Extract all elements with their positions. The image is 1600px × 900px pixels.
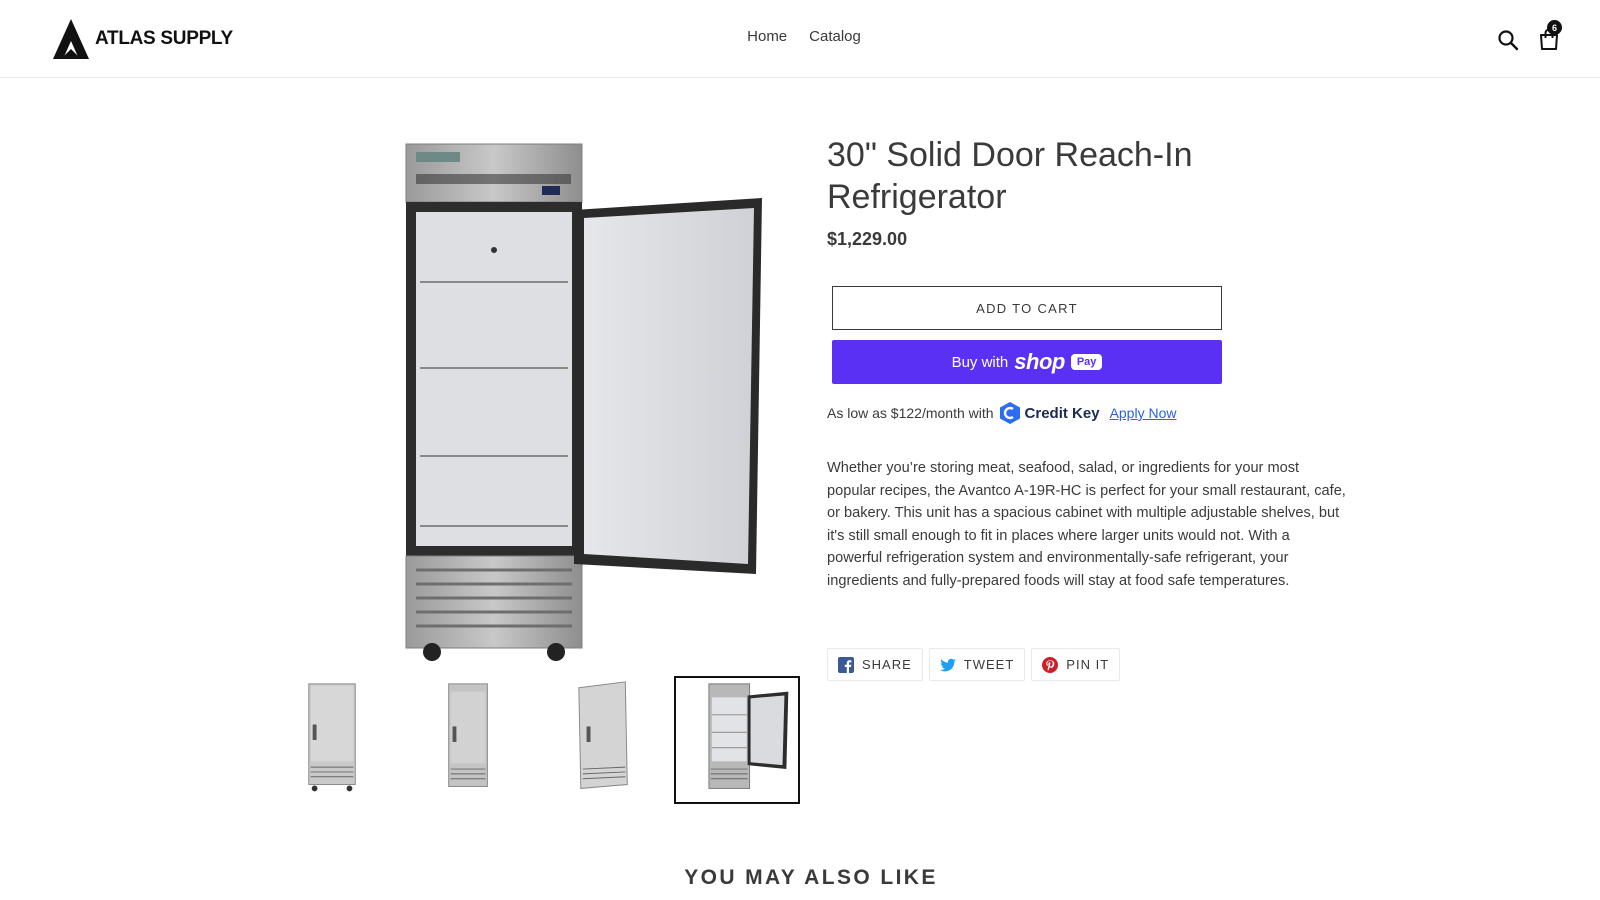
product-description: Whether you’re storing meat, seafood, sa… <box>827 460 1346 589</box>
apply-now-link[interactable]: Apply Now <box>1110 405 1177 421</box>
pinterest-icon <box>1042 656 1059 673</box>
social-share-buttons: SHARE TWEET PIN IT <box>827 648 1121 681</box>
thumbnail-front-open[interactable] <box>674 676 800 804</box>
share-twitter-label: TWEET <box>963 657 1015 672</box>
share-pinterest-button[interactable]: PIN IT <box>1031 648 1121 681</box>
share-facebook-button[interactable]: SHARE <box>827 648 923 681</box>
related-products-heading: YOU MAY ALSO LIKE <box>684 866 938 889</box>
financing-text: As low as $122/month with <box>827 405 994 421</box>
twitter-icon <box>939 658 956 671</box>
main-nav: Home Catalog <box>0 28 1600 45</box>
thumbnail-front-closed[interactable] <box>270 676 396 804</box>
share-pinterest-label: PIN IT <box>1066 657 1110 672</box>
financing-row: As low as $122/month with Credit Key App… <box>827 402 1176 424</box>
shop-pay-button[interactable]: Buy with shop Pay <box>832 340 1222 384</box>
product-main-image[interactable] <box>396 138 768 663</box>
product-price: $1,229.00 <box>827 229 908 249</box>
product-title: 30" Solid Door Reach-In Refrigerator <box>827 136 1193 216</box>
thumbnail-strip <box>270 676 802 804</box>
search-icon[interactable] <box>1497 29 1519 51</box>
share-twitter-button[interactable]: TWEET <box>928 648 1026 681</box>
shop-pay-logo: shop <box>1014 349 1065 374</box>
shop-pay-pill: Pay <box>1070 354 1103 370</box>
site-header: ATLAS SUPPLY Home Catalog 6 <box>0 0 1600 78</box>
thumbnail-angle-closed[interactable] <box>542 676 668 804</box>
add-to-cart-button[interactable]: ADD TO CART <box>832 286 1222 330</box>
credit-key-icon <box>999 402 1020 424</box>
nav-item-home[interactable]: Home <box>747 28 787 45</box>
cart-count-badge: 6 <box>1547 20 1562 35</box>
share-facebook-label: SHARE <box>862 657 912 672</box>
thumbnail-front-closed-straight[interactable] <box>406 676 532 804</box>
shop-pay-buy-with: Buy with <box>951 353 1009 371</box>
credit-key-logo: Credit Key <box>999 402 1100 424</box>
nav-item-catalog[interactable]: Catalog <box>809 28 861 45</box>
credit-key-name: Credit Key <box>1024 404 1100 422</box>
facebook-icon <box>838 656 854 673</box>
